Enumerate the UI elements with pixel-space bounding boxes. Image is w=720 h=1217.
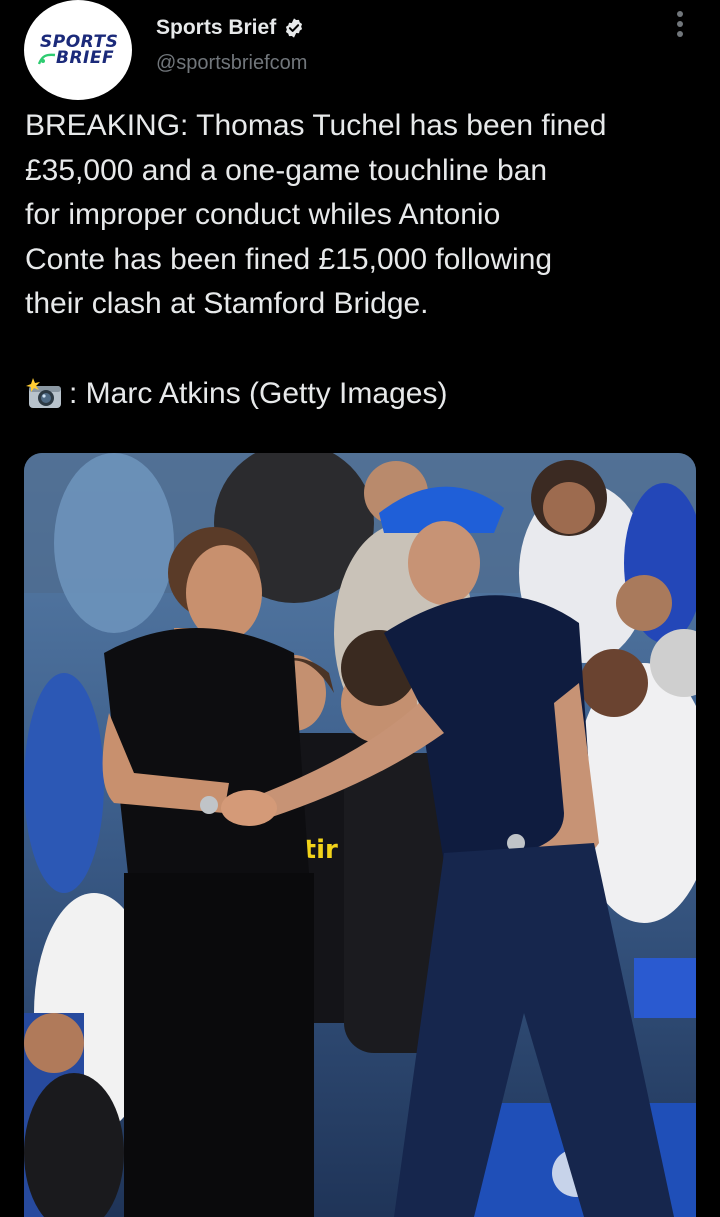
more-vertical-icon [677, 11, 683, 37]
tweet: SPORTS BRIEF Sports Brief @sportsbriefco… [0, 0, 720, 1217]
avatar[interactable]: SPORTS BRIEF [24, 0, 132, 100]
tweet-photo-image: etir [24, 453, 696, 1217]
photo-credit: : Marc Atkins (Getty Images) [25, 372, 447, 416]
name-row: Sports Brief [156, 14, 305, 42]
verified-badge-icon [286, 18, 303, 38]
camera-flash-icon [26, 378, 61, 408]
tweet-photo[interactable]: etir [24, 453, 696, 1217]
tweet-text: BREAKING: Thomas Tuchel has been fined £… [25, 109, 607, 320]
logo-line2: BRIEF [56, 48, 115, 68]
display-name[interactable]: Sports Brief [156, 16, 276, 40]
logo-swoosh-icon [38, 53, 56, 65]
user-handle[interactable]: @sportsbriefcom [156, 52, 307, 75]
sports-brief-logo: SPORTS BRIEF [30, 34, 126, 74]
more-options-button[interactable] [662, 6, 698, 42]
photo-credit-text: : Marc Atkins (Getty Images) [69, 377, 448, 410]
